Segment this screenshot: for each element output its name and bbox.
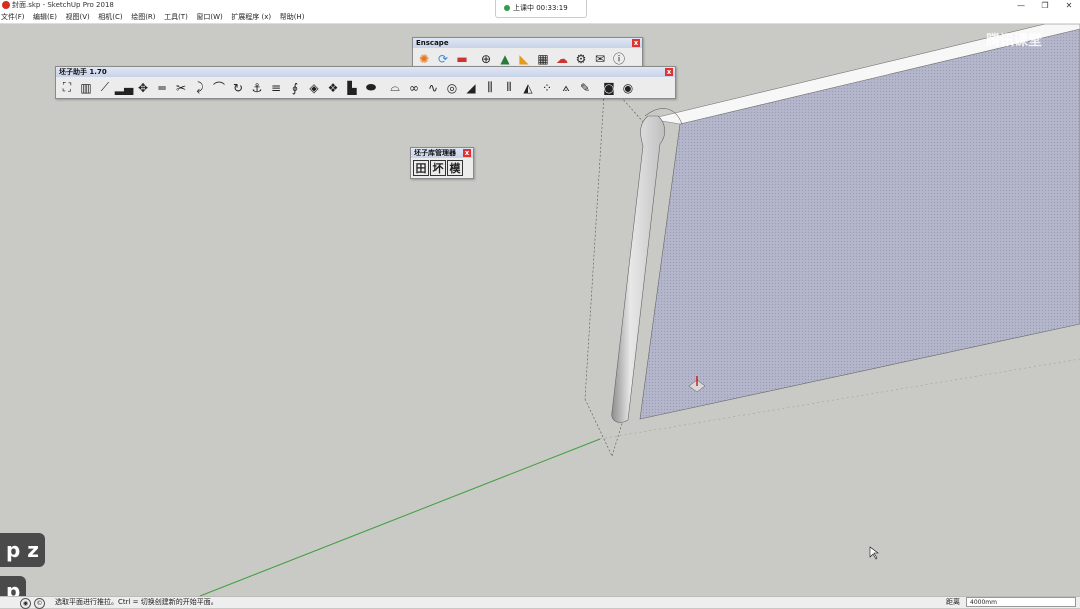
fan-icon[interactable]: ◢ [462, 79, 480, 96]
ramp-icon[interactable]: ⟋ [96, 79, 114, 96]
status-bar: ◉ © 选取平面进行推拉。Ctrl = 切换创建新的开始平面。 距离 4000m… [0, 596, 1080, 609]
mouse-cursor-icon [869, 546, 879, 560]
geolocation-icon[interactable]: ◉ [20, 598, 31, 609]
restore-button[interactable]: ❐ [1036, 0, 1054, 11]
bridge-icon[interactable]: ⌒ [210, 79, 228, 96]
recording-indicator[interactable]: 上课中 00:33:19 [495, 0, 587, 18]
watermark-logo: 腾讯课堂 [986, 33, 1042, 49]
assistant-toolbar-title[interactable]: 坯子助手 1.70 x [56, 67, 675, 77]
model-library-button[interactable]: 模 [447, 160, 463, 176]
menu-help[interactable]: 帮助(H) [279, 11, 310, 23]
model-viewport[interactable]: 腾讯课堂 [0, 24, 1080, 596]
zoom-icon[interactable]: ◙ [600, 79, 618, 96]
measurements-input[interactable]: 4000mm [966, 597, 1076, 607]
hook-icon[interactable]: ⚓ [248, 79, 266, 96]
menu-extensions[interactable]: 扩展程序 (x) [230, 11, 276, 23]
comb-icon[interactable]: ⫼ [481, 79, 499, 96]
brush-icon[interactable]: ✎ [576, 79, 594, 96]
panel-face [639, 28, 1080, 420]
recording-status: 上课中 00:33:19 [513, 4, 568, 12]
shield-icon[interactable]: ◉ [619, 79, 637, 96]
stair-icon[interactable]: ⛶ [58, 79, 76, 96]
column-icon[interactable]: ⫴ [500, 79, 518, 96]
menu-window[interactable]: 窗口(W) [195, 11, 227, 23]
credits-icon[interactable]: © [34, 598, 45, 609]
cube-icon[interactable]: ❖ [324, 79, 342, 96]
green-axis-line [199, 438, 601, 596]
target-icon[interactable]: ◎ [443, 79, 461, 96]
plus-icon[interactable]: ⊕ [477, 50, 495, 67]
equal-icon[interactable]: ≡ [267, 79, 285, 96]
move-arrows-icon[interactable]: ✥ [134, 79, 152, 96]
menu-draw[interactable]: 绘图(R) [130, 11, 160, 23]
scene-canvas [199, 24, 1080, 596]
triangle-icon[interactable]: ◭ [519, 79, 537, 96]
enscape-logo-icon[interactable]: ✺ [415, 50, 433, 67]
chain-icon[interactable]: ∞ [405, 79, 423, 96]
menu-camera[interactable]: 相机(C) [97, 11, 127, 23]
sketchup-logo-icon [2, 1, 10, 9]
recording-dot-icon [504, 5, 510, 11]
rotate-icon[interactable]: ↻ [229, 79, 247, 96]
close-button[interactable]: ✕ [1060, 0, 1078, 11]
mail-icon[interactable]: ✉ [591, 50, 609, 67]
pizi-assistant-toolbar: 坯子助手 1.70 x ⛶ ▥ ⟋ ▂▄ ✥ ═ ✂ ⤸ ⌒ ↻ ⚓ ≡ ∮ ◈ … [55, 66, 676, 99]
scissors-icon[interactable]: ✂ [172, 79, 190, 96]
environment-library-button[interactable]: 坏 [430, 160, 446, 176]
library-manager-toolbar: 坯子库管理器 x 田 坏 模 [410, 147, 474, 179]
stack-icon[interactable]: ▙ [343, 79, 361, 96]
capture-icon[interactable]: ▬ [453, 50, 471, 67]
wave-icon[interactable]: ∿ [424, 79, 442, 96]
enscape-toolbar-title[interactable]: Enscape x [413, 38, 642, 48]
close-icon[interactable]: x [665, 68, 673, 76]
spiral-icon[interactable]: ∮ [286, 79, 304, 96]
sun-icon[interactable]: ◣ [515, 50, 533, 67]
pill-icon[interactable]: ⬬ [362, 79, 380, 96]
arch-icon[interactable]: ⌓ [386, 79, 404, 96]
menu-edit[interactable]: 编辑(E) [32, 11, 62, 23]
menu-view[interactable]: 视图(V) [64, 11, 94, 23]
field-library-button[interactable]: 田 [413, 160, 429, 176]
upload-cloud-icon[interactable]: ☁ [553, 50, 571, 67]
railing-icon[interactable]: ▥ [77, 79, 95, 96]
minimize-button[interactable]: — [1012, 0, 1030, 11]
tree-icon[interactable]: ▲ [496, 50, 514, 67]
checker-icon[interactable]: ▦ [534, 50, 552, 67]
compass-icon[interactable]: ⟑ [557, 79, 575, 96]
align-icon[interactable]: ═ [153, 79, 171, 96]
menu-file[interactable]: 文件(F) [0, 11, 30, 23]
gear-icon[interactable]: ⚙ [572, 50, 590, 67]
diamond-icon[interactable]: ◈ [305, 79, 323, 96]
bars-icon[interactable]: ▂▄ [115, 79, 133, 96]
window-title: 封面.skp - SketchUp Pro 2018 [12, 1, 114, 9]
measurements-label: 距离 [946, 598, 960, 606]
side-badge-pz: p z [0, 533, 45, 567]
curve-icon[interactable]: ⤸ [191, 79, 209, 96]
sync-icon[interactable]: ⟳ [434, 50, 452, 67]
status-help-text: 选取平面进行推拉。Ctrl = 切换创建新的开始平面。 [55, 598, 218, 606]
dots-icon[interactable]: ⁘ [538, 79, 556, 96]
menu-tools[interactable]: 工具(T) [163, 11, 193, 23]
info-icon[interactable]: ⓘ [610, 50, 628, 67]
close-icon[interactable]: x [632, 39, 640, 47]
close-icon[interactable]: x [463, 149, 471, 157]
library-toolbar-title[interactable]: 坯子库管理器 x [411, 148, 473, 158]
